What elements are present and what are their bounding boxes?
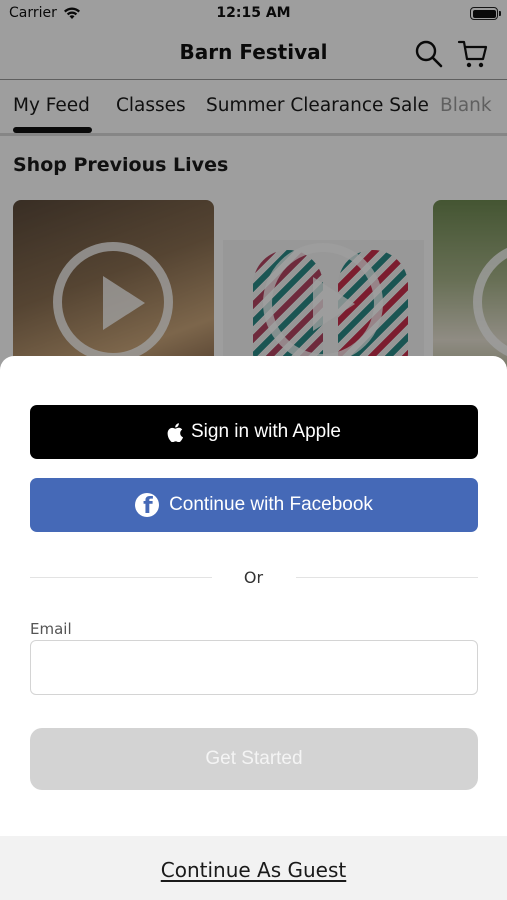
divider (296, 577, 478, 578)
continue-with-facebook-button[interactable]: f Continue with Facebook (30, 478, 478, 532)
facebook-button-label: Continue with Facebook (169, 494, 373, 515)
get-started-button[interactable]: Get Started (30, 728, 478, 790)
sign-in-sheet: Sign in with Apple f Continue with Faceb… (0, 356, 507, 900)
email-field[interactable] (30, 640, 478, 695)
apple-icon (167, 422, 183, 442)
apple-button-label: Sign in with Apple (191, 421, 341, 442)
sign-in-with-apple-button[interactable]: Sign in with Apple (30, 405, 478, 459)
email-label: Email (30, 620, 72, 638)
facebook-icon: f (135, 493, 160, 517)
continue-as-guest-link[interactable]: Continue As Guest (0, 858, 507, 882)
guest-footer: Continue As Guest (0, 836, 507, 900)
